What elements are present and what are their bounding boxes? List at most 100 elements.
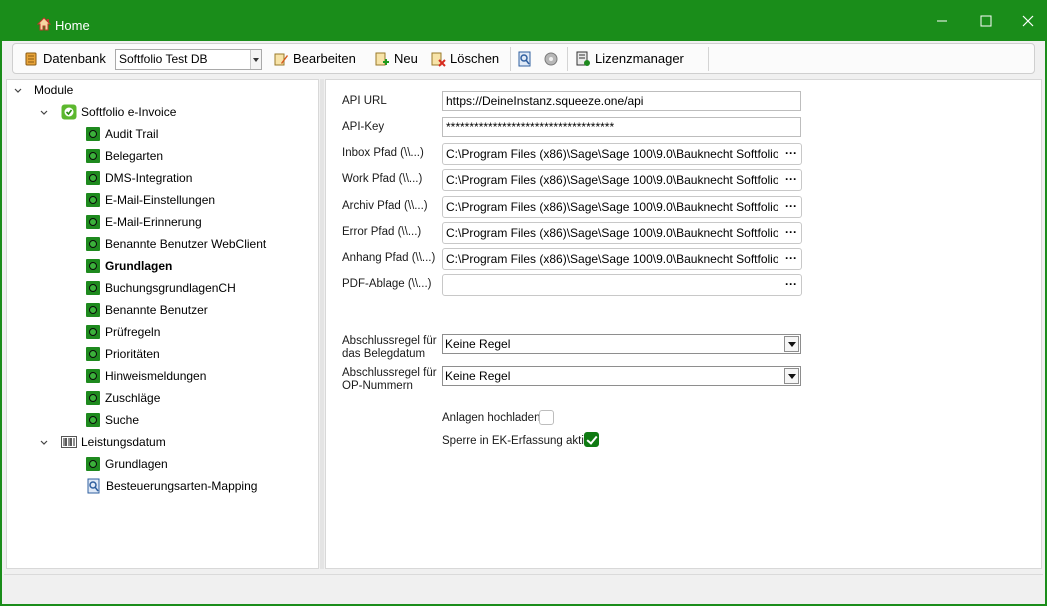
work-path-input[interactable]: C:\Program Files (x86)\Sage\Sage 100\9.0… <box>442 169 802 191</box>
edit-button[interactable]: Bearbeiten <box>273 44 356 73</box>
browse-button[interactable]: ··· <box>785 197 797 217</box>
toolbar-separator <box>510 47 511 71</box>
api-key-label: API-Key <box>342 121 385 133</box>
tree-node-label: Softfolio e-Invoice <box>81 105 177 119</box>
tree-item-benannte-benutzer[interactable]: Benannte Benutzer <box>86 300 208 320</box>
tree-node-label: Module <box>34 83 74 97</box>
database-select-value: Softfolio Test DB <box>119 52 208 66</box>
work-path-label: Work Pfad (\\...) <box>342 173 423 185</box>
tree-item-label: BuchungsgrundlagenCH <box>105 281 236 295</box>
rule-belegdatum-label-line2: das Belegdatum <box>342 348 426 360</box>
api-key-input[interactable]: ************************************ <box>442 117 801 137</box>
edit-label: Bearbeiten <box>293 51 356 66</box>
new-label: Neu <box>394 51 418 66</box>
archive-path-input[interactable]: C:\Program Files (x86)\Sage\Sage 100\9.0… <box>442 196 802 218</box>
inbox-path-label: Inbox Pfad (\\...) <box>342 147 424 159</box>
gear-icon <box>544 52 558 65</box>
license-manager-button[interactable]: Lizenzmanager <box>575 44 684 73</box>
error-path-value: C:\Program Files (x86)\Sage\Sage 100\9.0… <box>446 226 778 240</box>
pdf-path-input[interactable]: ··· <box>442 274 802 296</box>
tree-item-email-einstellungen[interactable]: E-Mail-Einstellungen <box>86 190 215 210</box>
tree-item-label: Grundlagen <box>105 259 173 273</box>
tree-item-dms-integration[interactable]: DMS-Integration <box>86 168 192 188</box>
browse-button[interactable]: ··· <box>785 249 797 269</box>
maximize-icon[interactable] <box>976 12 996 30</box>
database-label: Datenbank <box>43 51 106 66</box>
browse-button[interactable]: ··· <box>785 144 797 164</box>
browse-button[interactable]: ··· <box>785 275 797 295</box>
tree-item-besteuerungsarten-mapping[interactable]: Besteuerungsarten-Mapping <box>86 476 257 496</box>
inbox-path-input[interactable]: C:\Program Files (x86)\Sage\Sage 100\9.0… <box>442 143 802 165</box>
settings-button[interactable] <box>543 44 563 73</box>
browse-button[interactable]: ··· <box>785 223 797 243</box>
module-item-icon <box>86 303 100 317</box>
module-item-icon <box>86 127 100 141</box>
module-item-icon <box>86 413 100 427</box>
new-button[interactable]: Neu <box>374 44 418 73</box>
tree-item-hinweismeldungen[interactable]: Hinweismeldungen <box>86 366 206 386</box>
status-bar <box>4 574 1043 602</box>
tree-item-buchungsgrundlagen-ch[interactable]: BuchungsgrundlagenCH <box>86 278 236 298</box>
database-icon <box>25 52 37 65</box>
tree-node-module[interactable]: Module <box>34 80 73 100</box>
chevron-down-icon[interactable] <box>39 108 49 118</box>
panel-splitter[interactable] <box>320 79 324 569</box>
einvoice-icon <box>61 104 77 120</box>
home-icon <box>37 17 51 31</box>
rule-belegdatum-value: Keine Regel <box>445 337 511 351</box>
tree-item-benannte-benutzer-webclient[interactable]: Benannte Benutzer WebClient <box>86 234 266 254</box>
chevron-down-icon[interactable] <box>784 336 799 352</box>
error-path-input[interactable]: C:\Program Files (x86)\Sage\Sage 100\9.0… <box>442 222 802 244</box>
tree-item-pruefregeln[interactable]: Prüfregeln <box>86 322 160 342</box>
delete-button[interactable]: Löschen <box>430 44 499 73</box>
chevron-down-icon[interactable] <box>784 368 799 384</box>
tree-item-audit-trail[interactable]: Audit Trail <box>86 124 158 144</box>
tree-item-prioritaeten[interactable]: Prioritäten <box>86 344 160 364</box>
error-path-label: Error Pfad (\\...) <box>342 226 422 238</box>
chevron-down-icon[interactable] <box>39 438 49 448</box>
close-icon[interactable] <box>1018 12 1038 30</box>
tree-node-softfolio-einvoice[interactable]: Softfolio e-Invoice <box>61 102 176 122</box>
tree-item-zuschlaege[interactable]: Zuschläge <box>86 388 160 408</box>
tree-item-label: DMS-Integration <box>105 171 193 185</box>
upload-attachments-checkbox[interactable] <box>539 410 554 425</box>
upload-attachments-label: Anlagen hochladen <box>442 412 541 424</box>
tree-item-leistungsdatum-grundlagen[interactable]: Grundlagen <box>86 454 168 474</box>
tree-item-email-erinnerung[interactable]: E-Mail-Erinnerung <box>86 212 202 232</box>
chevron-down-icon[interactable] <box>13 86 23 96</box>
attachment-path-input[interactable]: C:\Program Files (x86)\Sage\Sage 100\9.0… <box>442 248 802 270</box>
module-item-icon <box>86 347 100 361</box>
tree-item-label: Benannte Benutzer WebClient <box>105 237 267 251</box>
module-item-icon <box>86 457 100 471</box>
module-item-icon <box>86 215 100 229</box>
database-select[interactable]: Softfolio Test DB <box>115 49 262 70</box>
tree-node-leistungsdatum[interactable]: Leistungsdatum <box>61 432 166 452</box>
tree-item-belegarten[interactable]: Belegarten <box>86 146 163 166</box>
module-item-icon <box>86 237 100 251</box>
browse-button[interactable]: ··· <box>785 170 797 190</box>
rule-opnummern-select[interactable]: Keine Regel <box>442 366 801 386</box>
chevron-down-icon[interactable] <box>250 50 261 69</box>
api-url-input[interactable]: https://DeineInstanz.squeeze.one/api <box>442 91 801 111</box>
module-item-icon <box>86 171 100 185</box>
license-label: Lizenzmanager <box>595 51 684 66</box>
tree-item-grundlagen-selected[interactable]: Grundlagen <box>86 256 172 276</box>
attachment-path-value: C:\Program Files (x86)\Sage\Sage 100\9.0… <box>446 252 778 266</box>
module-item-icon <box>86 281 100 295</box>
tree-item-suche[interactable]: Suche <box>86 410 139 430</box>
database-control: Datenbank <box>23 44 106 73</box>
archive-path-label: Archiv Pfad (\\...) <box>342 200 428 212</box>
tree-item-label: Prüfregeln <box>105 325 161 339</box>
lock-ek-label: Sperre in EK-Erfassung aktiv <box>442 435 590 447</box>
minimize-icon[interactable] <box>932 12 952 30</box>
lock-ek-checkbox[interactable] <box>584 432 599 447</box>
toolbar-separator <box>567 47 568 71</box>
module-item-icon <box>86 193 100 207</box>
tree-item-label: E-Mail-Einstellungen <box>105 193 216 207</box>
barcode-icon <box>61 436 77 448</box>
toolbar: Datenbank Softfolio Test DB Bearbeiten N… <box>12 43 1035 74</box>
archive-path-value: C:\Program Files (x86)\Sage\Sage 100\9.0… <box>446 200 778 214</box>
pdf-path-label: PDF-Ablage (\\...) <box>342 278 432 290</box>
search-button[interactable] <box>517 44 537 73</box>
rule-belegdatum-select[interactable]: Keine Regel <box>442 334 801 354</box>
